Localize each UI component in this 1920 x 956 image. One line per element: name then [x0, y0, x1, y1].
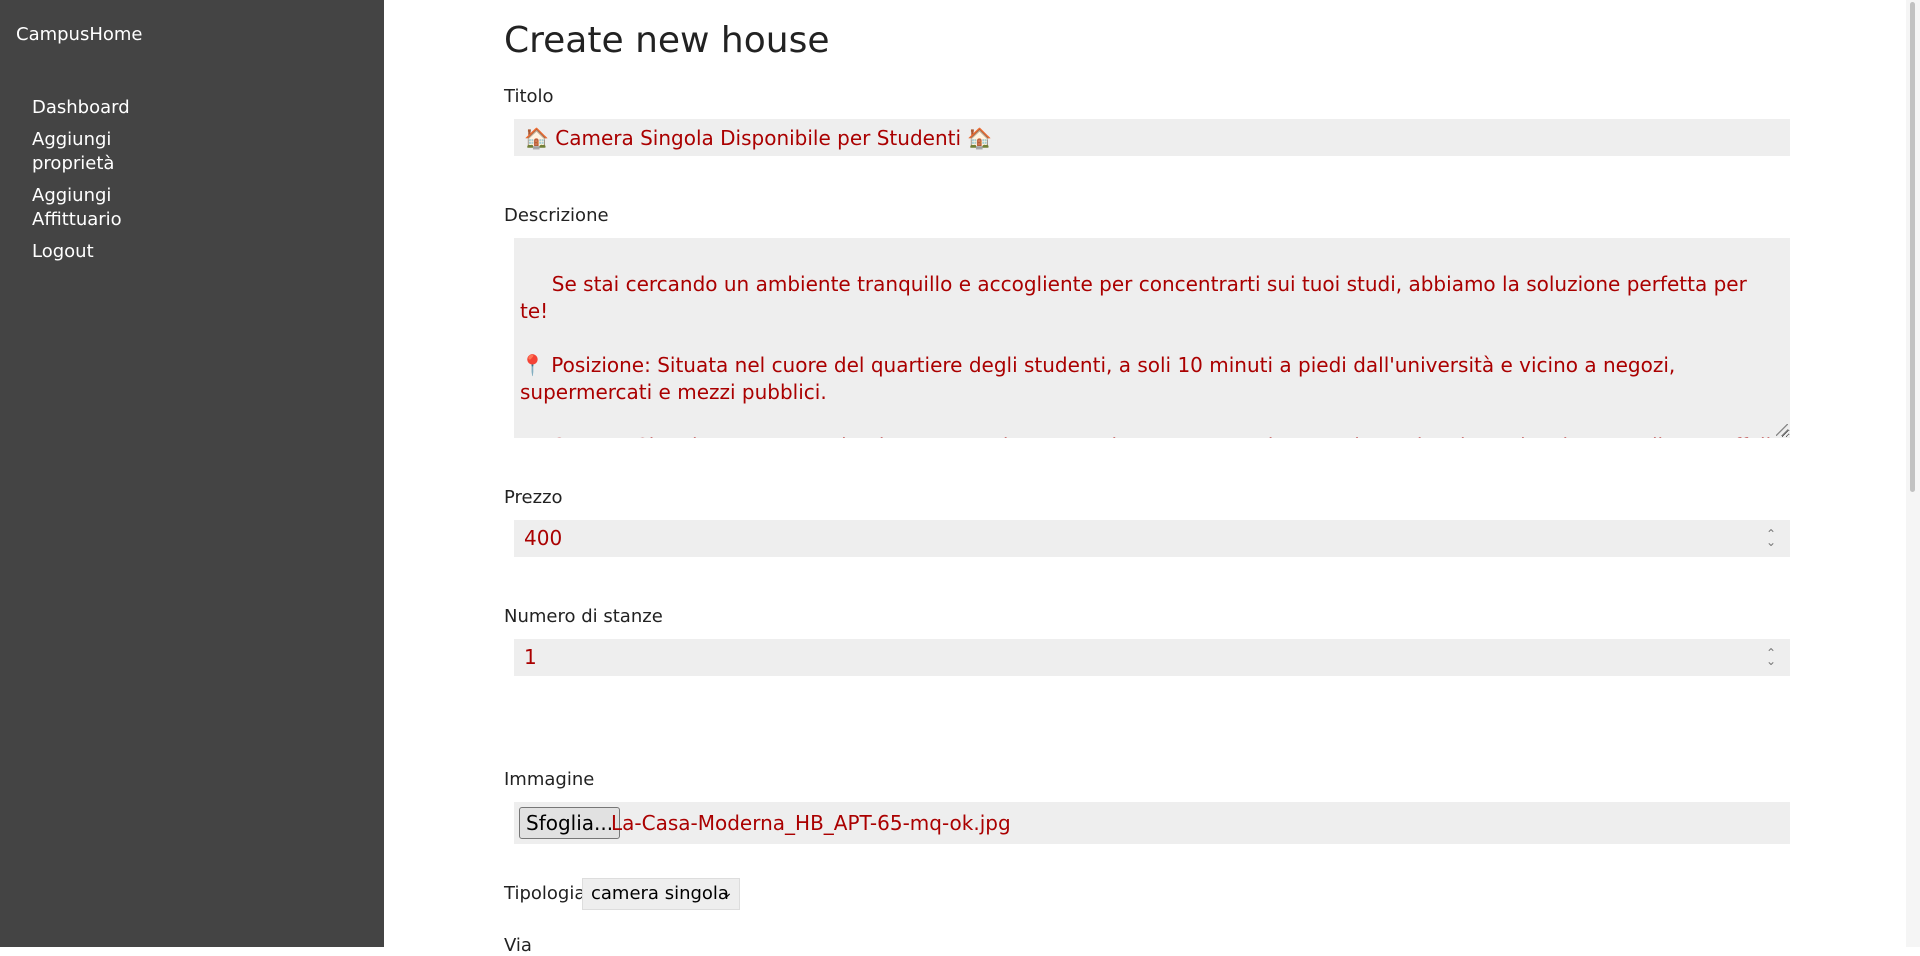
stanze-label: Numero di stanze	[504, 606, 663, 627]
page-title: Create new house	[504, 20, 830, 61]
sidebar-nav: Dashboard Aggiungi proprietà Aggiungi Af…	[32, 96, 162, 272]
stepper-icon[interactable]: ⌃ ⌄	[1766, 528, 1776, 548]
descrizione-text: Se stai cercando un ambiente tranquillo …	[520, 272, 1771, 438]
scrollbar-thumb[interactable]	[1910, 2, 1915, 492]
tipologia-selected: camera singola	[591, 883, 729, 904]
stepper-icon[interactable]: ⌃ ⌄	[1766, 647, 1776, 667]
page-scrollbar[interactable]	[1906, 0, 1920, 947]
descrizione-textarea[interactable]: Se stai cercando un ambiente tranquillo …	[514, 238, 1790, 438]
brand-name[interactable]: CampusHome	[16, 24, 143, 45]
file-name: La-Casa-Moderna_HB_APT-65-mq-ok.jpg	[611, 811, 1011, 835]
sidebar-item-add-tenant[interactable]: Aggiungi Affittuario	[32, 184, 162, 232]
sidebar: CampusHome Dashboard Aggiungi proprietà …	[0, 0, 384, 947]
immagine-file-input[interactable]: Sfoglia... La-Casa-Moderna_HB_APT-65-mq-…	[514, 802, 1790, 844]
tipologia-label: Tipologia	[504, 883, 586, 904]
prezzo-label: Prezzo	[504, 487, 563, 508]
sidebar-item-logout[interactable]: Logout	[32, 240, 162, 264]
descrizione-label: Descrizione	[504, 205, 609, 226]
prezzo-input[interactable]: 400 ⌃ ⌄	[514, 520, 1790, 557]
titolo-input[interactable]	[514, 119, 1790, 156]
main-content: Create new house Titolo Descrizione Se s…	[504, 0, 1794, 956]
chevron-down-icon: ⌄	[721, 885, 733, 901]
stanze-value: 1	[524, 645, 537, 669]
tipologia-select[interactable]: camera singola ⌄	[582, 878, 740, 910]
immagine-label: Immagine	[504, 769, 595, 790]
prezzo-value: 400	[524, 526, 563, 550]
stanze-input[interactable]: 1 ⌃ ⌄	[514, 639, 1790, 676]
via-label: Via	[504, 935, 532, 956]
titolo-label: Titolo	[504, 86, 554, 107]
resize-handle-icon[interactable]	[1776, 424, 1788, 436]
sidebar-item-add-property[interactable]: Aggiungi proprietà	[32, 128, 162, 176]
sidebar-item-dashboard[interactable]: Dashboard	[32, 96, 162, 120]
browse-button[interactable]: Sfoglia...	[519, 807, 621, 839]
